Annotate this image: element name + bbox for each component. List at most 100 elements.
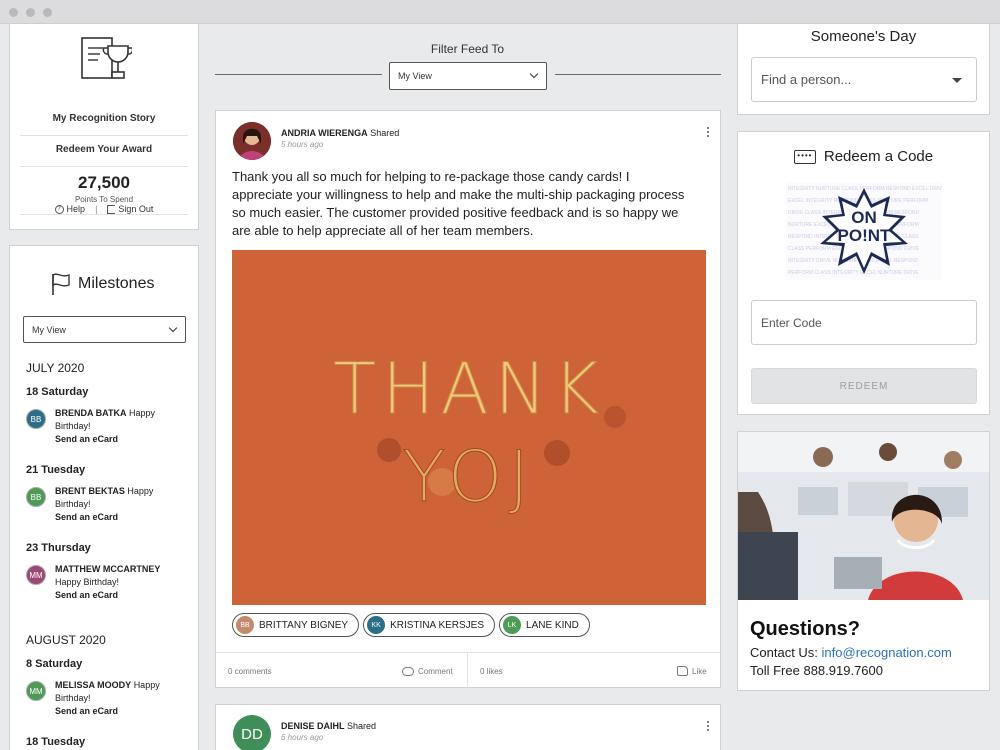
window-close-dot[interactable]: [9, 8, 18, 17]
avatar: BB: [26, 487, 46, 507]
caret-down-icon: [952, 78, 962, 83]
send-ecard-link[interactable]: Send an eCard: [55, 706, 118, 716]
divider: [467, 653, 468, 689]
like-count[interactable]: 0 likes: [480, 653, 503, 689]
enter-code-input[interactable]: Enter Code: [751, 300, 977, 345]
tagged-person-name: BRITTANY BIGNEY: [259, 619, 349, 631]
chevron-down-icon: [168, 323, 178, 332]
avatar[interactable]: DD: [233, 715, 271, 750]
redeem-code-title: Redeem a Code: [823, 148, 934, 165]
month-heading: AUGUST 2020: [26, 633, 106, 647]
find-person-placeholder: Find a person...: [761, 72, 852, 87]
window-zoom-dot[interactable]: [43, 8, 52, 17]
separator: |: [95, 204, 98, 214]
filter-feed-label: Filter Feed To: [430, 42, 505, 56]
post-verb: Shared: [347, 721, 377, 731]
milestones-title: Milestones: [78, 275, 155, 292]
person-name[interactable]: BRENT BEKTAS: [55, 486, 125, 496]
badge-text-point: PO!NT: [837, 226, 891, 245]
day-heading: 8 Saturday: [26, 658, 83, 670]
sign-out-icon: [107, 204, 116, 214]
redeem-award-link[interactable]: Redeem Your Award: [10, 144, 198, 155]
redeem-code-panel: •••• Redeem a Code INTEGRITY NURTURE CLA…: [737, 131, 990, 415]
enter-code-placeholder: Enter Code: [761, 315, 822, 330]
tagged-person-chip[interactable]: KK KRISTINA KERSJES: [363, 613, 496, 637]
contact-email-link[interactable]: info@recognation.com: [822, 645, 952, 660]
feed-filter-select[interactable]: My View: [389, 62, 547, 90]
redeem-button[interactable]: REDEEM: [751, 368, 977, 404]
post-author[interactable]: DENISE DAIHL: [281, 721, 345, 731]
milestones-view-select[interactable]: My View: [23, 316, 186, 343]
milestones-heading: Milestones: [50, 272, 154, 296]
send-ecard-link[interactable]: Send an eCard: [55, 434, 118, 444]
divider: [20, 166, 188, 167]
feed-post: DD DENISE DAIHL Shared 6 hours ago: [215, 704, 721, 750]
month-heading: JULY 2020: [26, 361, 85, 375]
avatar[interactable]: [233, 122, 271, 160]
tagged-people: BB BRITTANY BIGNEY KK KRISTINA KERSJES L…: [232, 613, 590, 637]
gif-text-line1: THANK: [333, 348, 605, 431]
person-name[interactable]: MATTHEW MCCARTNEY: [55, 564, 160, 574]
find-person-select[interactable]: Find a person...: [751, 57, 977, 102]
gif-text-line2: YOJ: [402, 436, 536, 519]
person-name[interactable]: BRENDA BATKA: [55, 408, 127, 418]
toll-free-line: Toll Free 888.919.7600: [750, 663, 883, 678]
feed-filter-value: My View: [398, 71, 432, 81]
day-heading: 21 Tuesday: [26, 464, 86, 476]
divider: [20, 214, 188, 215]
help-label: Help: [66, 204, 86, 214]
help-circle-icon: ?: [54, 204, 64, 214]
person-name[interactable]: MELISSA MOODY: [55, 680, 131, 690]
send-ecard-link[interactable]: Send an eCard: [55, 512, 118, 522]
points-label: Points To Spend: [74, 195, 134, 204]
svg-text:INTEGRITY DRIVE NURTURE CLASS: INTEGRITY DRIVE NURTURE CLASS EXCEL RESP…: [788, 258, 919, 264]
comment-label: Comment: [418, 666, 453, 676]
my-recognition-story-link[interactable]: My Recognition Story: [10, 113, 198, 124]
feed-post: ANDRIA WIERENGA Shared 5 hours ago Thank…: [215, 110, 721, 689]
help-link[interactable]: ? Help: [54, 204, 86, 214]
call-center-photo: [738, 432, 989, 600]
post-verb: Shared: [370, 128, 400, 138]
call-center-image: [738, 432, 989, 600]
divider: [215, 74, 382, 75]
day-heading: 18 Tuesday: [26, 736, 86, 748]
post-timestamp: 5 hours ago: [281, 140, 324, 149]
thumbs-up-icon: [677, 666, 688, 676]
milestones-panel: Milestones My View JULY 2020 18 Saturday…: [9, 245, 199, 750]
browser-titlebar: [0, 0, 1000, 24]
milestone-message: Happy Birthday!: [55, 577, 120, 587]
sign-out-label: Sign Out: [118, 204, 154, 214]
comment-count[interactable]: 0 comments: [228, 653, 272, 689]
tagged-person-chip[interactable]: LK LANE KIND: [499, 613, 590, 637]
avatar: BB: [236, 616, 254, 634]
post-author[interactable]: ANDRIA WIERENGA: [281, 128, 368, 138]
more-options-icon[interactable]: [707, 721, 710, 733]
comment-button[interactable]: Comment: [402, 653, 453, 689]
on-point-badge: INTEGRITY NURTURE CLASS PERFORM RESPOND …: [786, 182, 942, 280]
points-balance: 27,500: [78, 173, 130, 192]
questions-title: Questions?: [750, 618, 861, 640]
like-label: Like: [692, 666, 707, 676]
flag-icon: [52, 273, 70, 295]
like-button[interactable]: Like: [677, 653, 707, 689]
more-options-icon[interactable]: [707, 127, 710, 139]
badge-text-on: ON: [851, 208, 877, 227]
window-minimize-dot[interactable]: [26, 8, 35, 17]
avatar: LK: [503, 616, 522, 634]
tagged-person-name: KRISTINA KERSJES: [390, 619, 485, 631]
divider: [20, 135, 188, 136]
redeem-code-heading: •••• Redeem a Code: [738, 148, 989, 165]
send-ecard-link[interactable]: Send an eCard: [55, 590, 118, 600]
profile-card: My Recognition Story Redeem Your Award 2…: [9, 24, 199, 230]
keypad-icon: ••••: [793, 149, 816, 164]
contact-prefix: Contact Us:: [750, 645, 818, 660]
sign-out-link[interactable]: Sign Out: [107, 204, 153, 214]
chevron-down-icon: [529, 69, 539, 79]
help-signout-row: ? Help | Sign Out: [10, 204, 198, 214]
avatar: MM: [26, 681, 46, 701]
day-heading: 23 Thursday: [26, 542, 91, 554]
thank-you-gif: THANK YOJ: [232, 250, 706, 605]
post-footer: 0 comments Comment 0 likes Like: [216, 652, 720, 689]
post-author-line: DENISE DAIHL Shared: [281, 721, 376, 731]
tagged-person-chip[interactable]: BB BRITTANY BIGNEY: [232, 613, 360, 637]
